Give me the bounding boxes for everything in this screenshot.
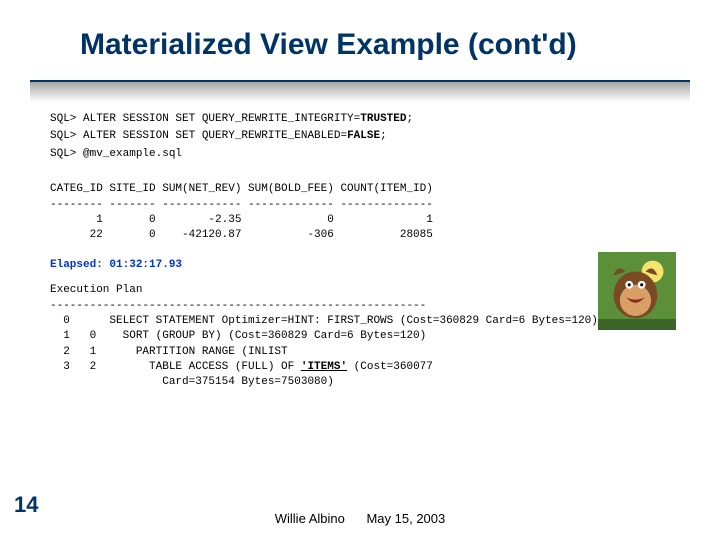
table-row: 1 0 -2.35 0 1 bbox=[50, 213, 680, 228]
slide-title: Materialized View Example (cont'd) bbox=[0, 0, 720, 74]
table-header: CATEG_ID SITE_ID SUM(NET_REV) SUM(BOLD_F… bbox=[50, 182, 680, 197]
sql-line-3: SQL> @mv_example.sql bbox=[50, 147, 680, 162]
execution-plan-header: Execution Plan bbox=[50, 283, 680, 298]
sql1-prefix: SQL> ALTER SESSION SET QUERY_REWRITE_INT… bbox=[50, 113, 360, 125]
plan-line-0: 0 SELECT STATEMENT Optimizer=HINT: FIRST… bbox=[50, 314, 680, 329]
table-separator: -------- ------- ------------ ----------… bbox=[50, 198, 680, 213]
footer: Willie Albino May 15, 2003 bbox=[0, 511, 720, 526]
sql-line-2: SQL> ALTER SESSION SET QUERY_REWRITE_ENA… bbox=[50, 129, 680, 144]
sql2-bold: FALSE bbox=[347, 130, 380, 142]
plan3-prefix: 3 2 TABLE ACCESS (FULL) OF bbox=[50, 361, 301, 373]
elapsed-value: 01:32:17.93 bbox=[109, 259, 182, 271]
elapsed-label: Elapsed: bbox=[50, 259, 109, 271]
sql1-bold: TRUSTED bbox=[360, 113, 406, 125]
elapsed-time: Elapsed: 01:32:17.93 bbox=[50, 258, 680, 273]
plan3-suffix: (Cost=360077 bbox=[347, 361, 433, 373]
plan-line-2: 2 1 PARTITION RANGE (INLIST bbox=[50, 345, 680, 360]
footer-author: Willie Albino bbox=[275, 511, 345, 526]
plan3-bold: 'ITEMS' bbox=[301, 361, 347, 373]
sql2-prefix: SQL> ALTER SESSION SET QUERY_REWRITE_ENA… bbox=[50, 130, 347, 142]
footer-date: May 15, 2003 bbox=[366, 511, 445, 526]
sql-line-1: SQL> ALTER SESSION SET QUERY_REWRITE_INT… bbox=[50, 112, 680, 127]
sql2-suffix: ; bbox=[380, 130, 387, 142]
cartoon-character-icon bbox=[598, 252, 676, 330]
plan-line-4: Card=375154 Bytes=7503080) bbox=[50, 375, 680, 390]
sql1-suffix: ; bbox=[406, 113, 413, 125]
plan-line-1: 1 0 SORT (GROUP BY) (Cost=360829 Card=6 … bbox=[50, 329, 680, 344]
table-row: 22 0 -42120.87 -306 28085 bbox=[50, 228, 680, 243]
plan-separator: ----------------------------------------… bbox=[50, 299, 680, 314]
plan-line-3: 3 2 TABLE ACCESS (FULL) OF 'ITEMS' (Cost… bbox=[50, 360, 680, 375]
title-shadow bbox=[30, 82, 690, 102]
